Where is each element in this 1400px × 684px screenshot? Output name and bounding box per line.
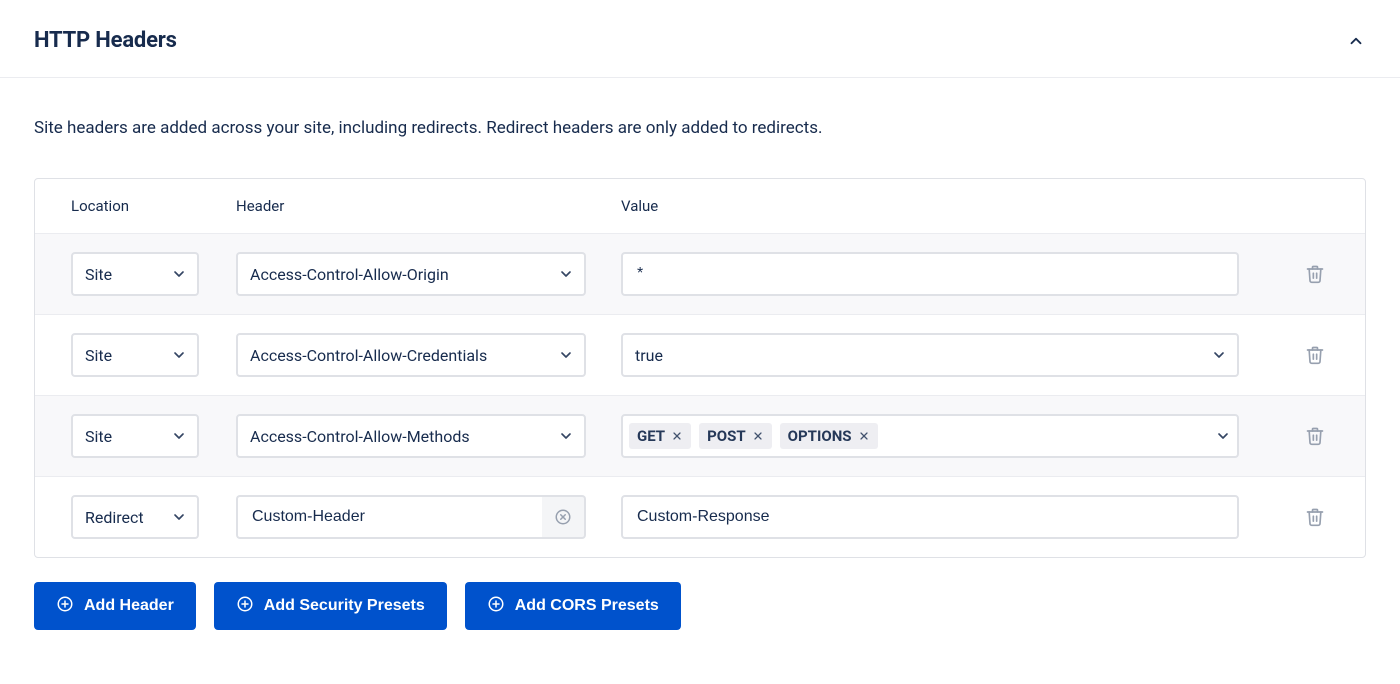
table-header-row: Location Header Value [35,179,1365,233]
header-clear-button[interactable] [542,495,586,539]
col-header: Header [236,197,621,215]
chevron-down-icon [558,266,574,282]
tag: OPTIONS [780,423,878,449]
add-security-presets-button[interactable]: Add Security Presets [214,582,447,630]
section-description: Site headers are added across your site,… [34,118,1366,138]
add-header-button[interactable]: Add Header [34,582,196,630]
location-select-label: Site [85,346,112,365]
chevron-down-icon [1215,428,1231,444]
value-input-wrap [621,252,1239,296]
delete-row-button[interactable] [1301,341,1329,369]
collapse-toggle[interactable] [1346,31,1366,51]
trash-icon [1305,426,1325,446]
header-select[interactable]: Access-Control-Allow-Credentials [236,333,586,377]
button-label: Add Header [84,597,174,615]
value-select-label: true [635,346,663,365]
col-value: Value [621,197,1249,215]
tag-label: POST [707,427,746,445]
tag-remove[interactable] [671,430,683,442]
location-select[interactable]: Redirect [71,495,199,539]
chevron-down-icon [1211,347,1227,363]
value-tags[interactable]: GET POST [621,414,1239,458]
section-header: HTTP Headers [0,0,1400,78]
value-select[interactable]: true [621,333,1239,377]
table-row: Site Access-Control-Allow-Origin [35,233,1365,314]
delete-row-button[interactable] [1301,260,1329,288]
trash-icon [1305,264,1325,284]
chevron-down-icon [558,428,574,444]
chevron-down-icon [171,428,187,444]
location-select-label: Site [85,265,112,284]
tag: GET [629,423,691,449]
location-select-label: Site [85,427,112,446]
chevron-down-icon [558,347,574,363]
header-select-label: Access-Control-Allow-Credentials [250,346,487,365]
section-title: HTTP Headers [34,28,177,53]
add-cors-presets-button[interactable]: Add CORS Presets [465,582,681,630]
headers-table: Location Header Value Site A [34,178,1366,558]
location-select[interactable]: Site [71,333,199,377]
value-input[interactable] [623,497,1237,537]
header-select[interactable]: Access-Control-Allow-Origin [236,252,586,296]
button-label: Add Security Presets [264,597,425,615]
chevron-down-icon [171,266,187,282]
header-select[interactable]: Access-Control-Allow-Methods [236,414,586,458]
tag-remove[interactable] [858,430,870,442]
header-input[interactable] [238,497,542,537]
trash-icon [1305,507,1325,527]
location-select[interactable]: Site [71,414,199,458]
chevron-down-icon [171,347,187,363]
close-icon [671,430,683,442]
header-input-wrap [236,495,542,539]
plus-circle-icon [487,595,505,618]
button-row: Add Header Add Security Presets Add CORS… [0,558,1400,656]
location-select[interactable]: Site [71,252,199,296]
chevron-up-icon [1347,32,1365,50]
tag: POST [699,423,772,449]
tag-label: OPTIONS [788,427,852,445]
table-row: Site Access-Control-Allow-Credentials [35,314,1365,395]
close-icon [752,430,764,442]
plus-circle-icon [56,595,74,618]
plus-circle-icon [236,595,254,618]
col-location: Location [71,197,236,215]
close-icon [858,430,870,442]
close-circle-icon [554,508,572,526]
value-input[interactable] [623,254,1237,294]
trash-icon [1305,345,1325,365]
header-select-label: Access-Control-Allow-Origin [250,265,449,284]
button-label: Add CORS Presets [515,597,659,615]
chevron-down-icon [171,509,187,525]
table-row: Site Access-Control-Allow-Methods [35,395,1365,476]
table-row: Redirect [35,476,1365,557]
tag-label: GET [637,427,665,445]
delete-row-button[interactable] [1301,503,1329,531]
header-select-label: Access-Control-Allow-Methods [250,427,470,446]
location-select-label: Redirect [85,508,144,527]
tag-remove[interactable] [752,430,764,442]
value-input-wrap [621,495,1239,539]
delete-row-button[interactable] [1301,422,1329,450]
